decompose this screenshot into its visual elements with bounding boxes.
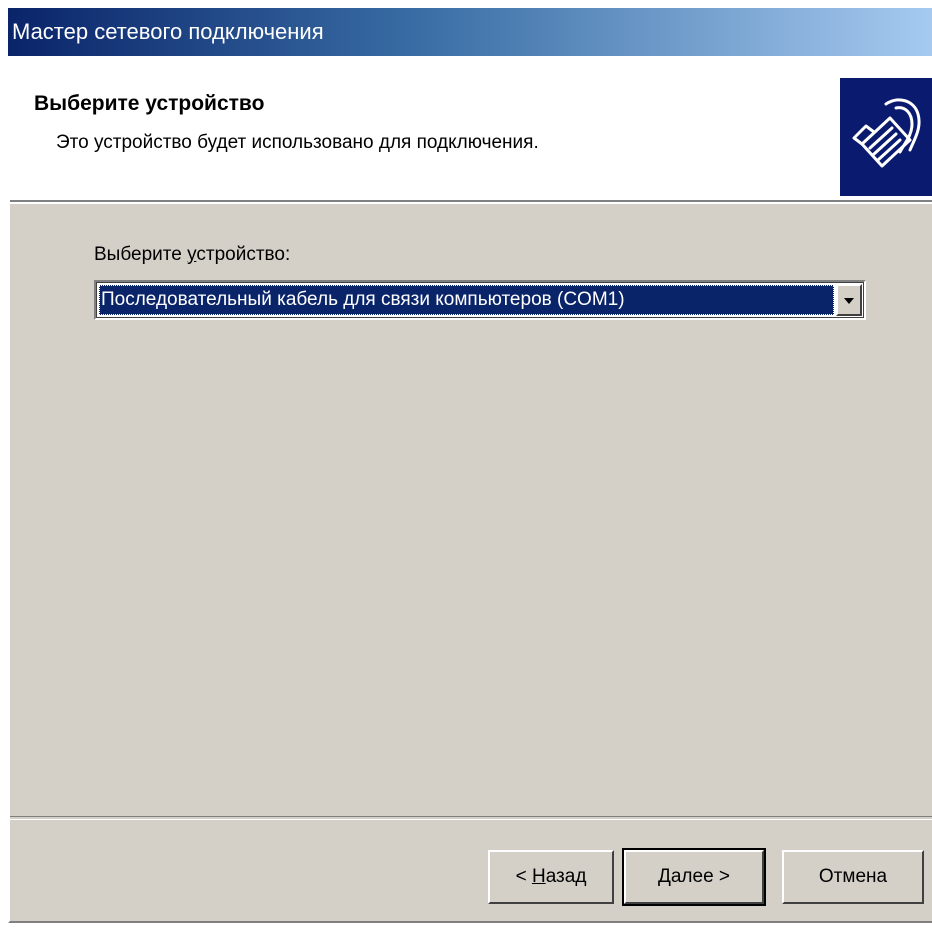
back-button[interactable]: < Назад (488, 850, 614, 904)
page-title: Выберите устройство (34, 92, 265, 115)
chevron-down-icon (844, 298, 854, 304)
cancel-button[interactable]: Отмена (782, 850, 924, 904)
wizard-header: Выберите устройство Это устройство будет… (10, 56, 932, 204)
device-select-label: Выберите устройство: (94, 244, 291, 265)
device-select-value: Последовательный кабель для связи компью… (99, 285, 834, 315)
dropdown-button[interactable] (836, 284, 862, 316)
page-subtitle: Это устройство будет использовано для по… (56, 132, 539, 153)
device-select[interactable]: Последовательный кабель для связи компью… (94, 280, 866, 320)
title-bar[interactable]: Мастер сетевого подключения (8, 8, 932, 56)
wizard-content: Выберите устройство: Последовательный ка… (10, 204, 932, 816)
window-title: Мастер сетевого подключения (12, 19, 324, 44)
network-cable-icon (840, 78, 932, 196)
footer-divider (10, 816, 932, 820)
next-button[interactable]: Далее > (622, 848, 766, 906)
wizard-window: Мастер сетевого подключения Выберите уст… (8, 8, 932, 923)
